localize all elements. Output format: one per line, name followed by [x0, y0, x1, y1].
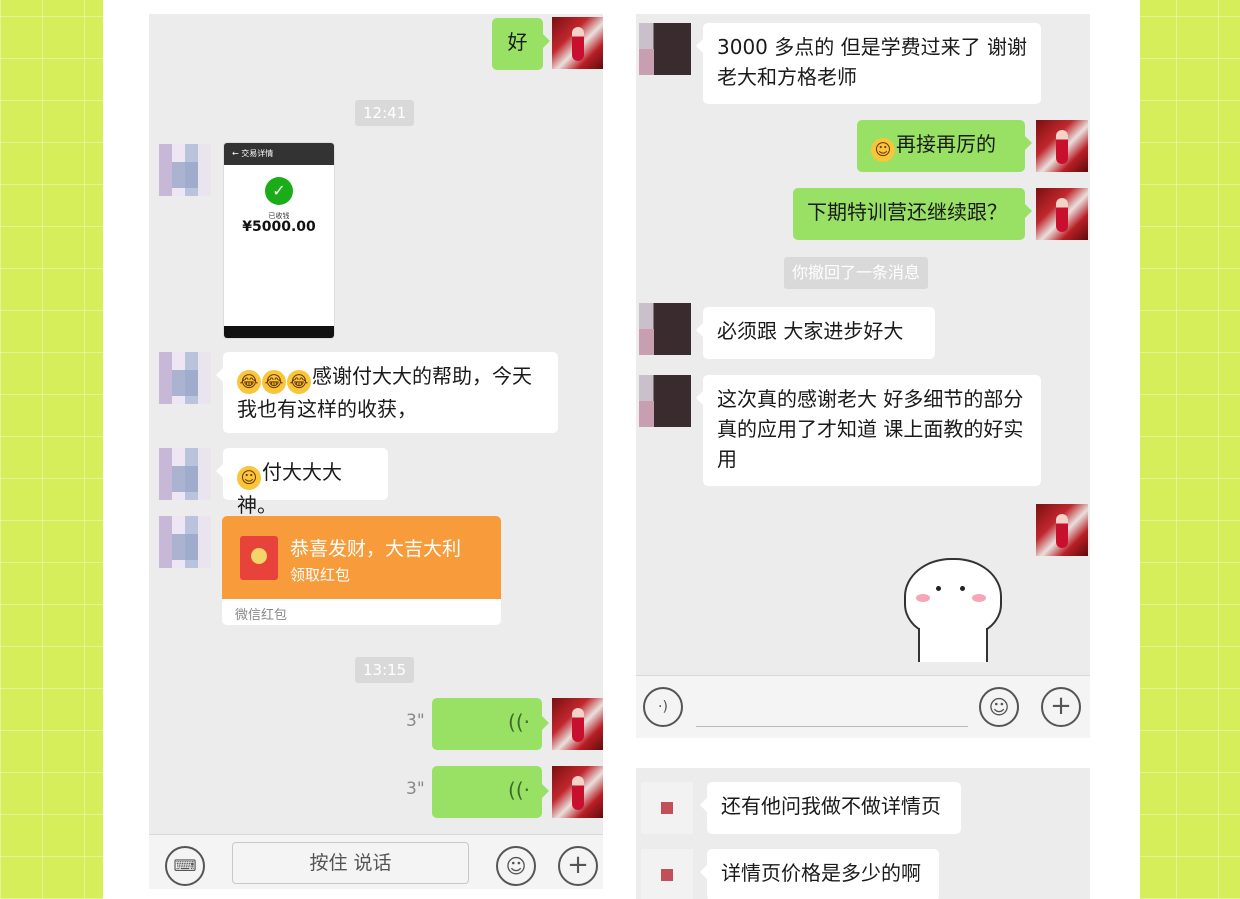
message-text: 下期特训营还继续跟？ — [807, 200, 1007, 224]
avatar-contact[interactable] — [159, 144, 211, 196]
avatar-contact[interactable] — [159, 352, 211, 404]
shy-smile-emoji-icon: ☺ — [237, 466, 261, 490]
message-good: 好 — [492, 18, 550, 70]
plus-icon[interactable]: + — [558, 846, 598, 886]
message-thanks-details: 这次真的感谢老大 好多细节的部分真的应用了才知道 课上面教的好实用 — [696, 375, 1041, 486]
message-tuition: 3000 多点的 但是学费过来了 谢谢老大和方格老师 — [696, 23, 1041, 104]
avatar-contact[interactable] — [639, 23, 691, 75]
recalled-notice: 你撤回了一条消息 — [784, 257, 929, 289]
voice-duration: 3" — [406, 779, 425, 799]
payment-header: ← 交易详情 — [224, 143, 334, 165]
right-chat-screenshot: 3000 多点的 但是学费过来了 谢谢老大和方格老师 ☺ 再接再厉的 下期特训营还… — [636, 14, 1090, 738]
voice-wave-icon: ((· — [508, 710, 530, 734]
chat-input-toolbar: ⌨ 按住 说话 ☺ + — [149, 834, 603, 889]
timestamp: 13:15 — [355, 657, 415, 683]
back-arrow-icon: ← — [232, 149, 239, 158]
avatar-contact[interactable] — [159, 448, 211, 500]
avatar-me[interactable] — [552, 766, 603, 818]
hold-to-talk-button[interactable]: 按住 说话 — [232, 842, 469, 884]
timestamp: 12:41 — [355, 100, 415, 126]
voice-message[interactable]: ((· — [432, 766, 549, 818]
message-text: 再接再厉的 — [896, 132, 996, 156]
avatar-contact[interactable] — [639, 303, 691, 355]
laugh-cry-emoji-icon: 😂 — [262, 370, 286, 394]
avatar-me[interactable] — [552, 17, 603, 69]
avatar-me[interactable] — [552, 698, 603, 750]
hold-to-talk-label: 按住 说话 — [309, 852, 392, 874]
message-god: ☺ 付大大大神。 — [216, 448, 388, 517]
sticker-blush-left — [916, 594, 930, 602]
red-packet-footer: 微信红包 — [235, 608, 288, 623]
left-chat-screenshot: 好 12:41 ← 交易详情 ✓ 已收钱 ¥5000.00 😂 😂 😂 感谢付大大的帮… — [149, 14, 603, 889]
voice-duration: 3" — [406, 711, 425, 731]
payment-amount: ¥5000.00 — [242, 219, 316, 235]
chat-input-toolbar: ·) ☺ + — [636, 675, 1090, 738]
message-price: 详情页价格是多少的啊 — [700, 849, 939, 899]
laugh-cry-emoji-icon: 😂 — [237, 370, 261, 394]
message-must-follow: 必须跟 大家进步好大 — [696, 307, 935, 359]
message-text: 详情页价格是多少的啊 — [721, 861, 921, 885]
sticker-body — [918, 628, 988, 662]
plus-icon[interactable]: + — [1041, 687, 1081, 727]
sticker-blush-right — [972, 594, 986, 602]
message-next-camp: 下期特训营还继续跟？ — [793, 188, 1032, 240]
message-text: 好 — [507, 30, 528, 54]
avatar-contact[interactable] — [641, 849, 693, 899]
laugh-cry-emoji-icon: 😂 — [287, 370, 311, 394]
red-packet-action: 领取红包 — [290, 566, 351, 584]
check-icon: ✓ — [265, 177, 293, 205]
message-text: 3000 多点的 但是学费过来了 谢谢老大和方格老师 — [717, 35, 1027, 89]
avatar-me[interactable] — [1036, 504, 1088, 556]
payment-footer-bar — [224, 326, 334, 338]
sticker-eye-left — [936, 586, 941, 591]
message-text: 还有他问我做不做详情页 — [721, 794, 941, 818]
voice-input-icon[interactable]: ·) — [643, 687, 683, 727]
message-detail-page: 还有他问我做不做详情页 — [700, 782, 961, 834]
avatar-me[interactable] — [1036, 120, 1088, 172]
red-packet-title: 恭喜发财，大吉大利 — [290, 538, 462, 560]
payment-screenshot-image[interactable]: ← 交易详情 ✓ 已收钱 ¥5000.00 — [223, 142, 335, 339]
red-packet-icon — [240, 536, 278, 580]
message-text: 必须跟 大家进步好大 — [717, 319, 904, 343]
smile-emoji-icon: ☺ — [871, 138, 895, 162]
voice-message[interactable]: ((· — [432, 698, 549, 750]
bottom-chat-screenshot: 还有他问我做不做详情页 详情页价格是多少的啊 — [636, 768, 1090, 899]
message-keep-going: ☺ 再接再厉的 — [857, 120, 1032, 172]
emoji-icon[interactable]: ☺ — [496, 846, 536, 886]
avatar-me[interactable] — [1036, 188, 1088, 240]
keyboard-icon[interactable]: ⌨ — [165, 846, 205, 886]
message-thanks: 😂 😂 😂 感谢付大大的帮助，今天我也有这样的收获， — [216, 352, 558, 433]
voice-wave-icon: ((· — [508, 778, 530, 802]
emoji-icon[interactable]: ☺ — [979, 687, 1019, 727]
text-input[interactable] — [696, 726, 968, 727]
sticker-eye-right — [960, 586, 965, 591]
cute-face-sticker[interactable] — [902, 546, 1002, 662]
avatar-contact[interactable] — [639, 375, 691, 427]
avatar-contact[interactable] — [159, 516, 211, 568]
red-packet-message[interactable]: 恭喜发财，大吉大利 领取红包 微信红包 — [222, 516, 501, 625]
message-text: 这次真的感谢老大 好多细节的部分真的应用了才知道 课上面教的好实用 — [717, 387, 1024, 471]
avatar-contact[interactable] — [641, 782, 693, 834]
payment-header-title: 交易详情 — [241, 149, 274, 158]
